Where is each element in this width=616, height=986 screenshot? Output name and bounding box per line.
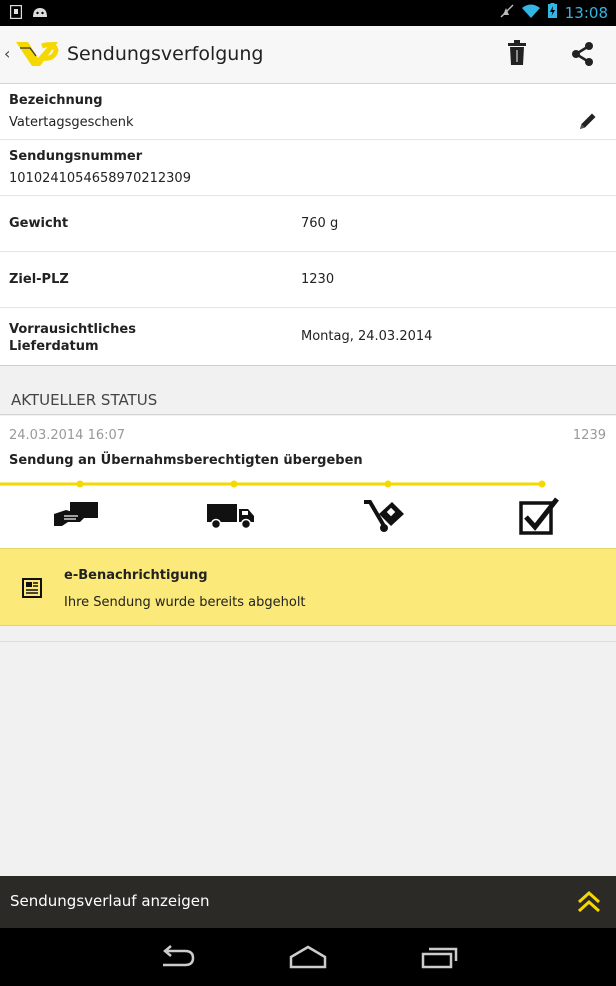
status-bar: 13:08	[0, 0, 616, 26]
gewicht-value: 760 g	[301, 216, 339, 231]
history-drawer-label: Sendungsverlauf anzeigen	[10, 892, 210, 910]
e-notification-banner[interactable]: e-Benachrichtigung Ihre Sendung wurde be…	[0, 548, 616, 626]
section-header-status: AKTUELLER STATUS	[0, 385, 616, 415]
sendungsnummer-row: Sendungsnummer 1010241054658970212309	[0, 140, 616, 196]
lieferdatum-label-line2: Lieferdatum	[9, 339, 99, 354]
ziel-plz-label: Ziel-PLZ	[9, 272, 69, 287]
android-notification-icon	[32, 4, 48, 23]
wifi-icon	[521, 4, 540, 22]
clock: 13:08	[564, 3, 608, 22]
sendungsnummer-value: 1010241054658970212309	[9, 171, 191, 186]
double-chevron-up-icon[interactable]	[577, 890, 601, 918]
current-status-card: 24.03.2014 16:07 1239 Sendung an Übernah…	[0, 416, 616, 548]
lieferdatum-row: Vorrausichtliches Lieferdatum Montag, 24…	[0, 308, 616, 365]
post-horn-logo[interactable]	[14, 38, 60, 72]
back-nav-icon[interactable]	[159, 945, 195, 973]
status-code: 1239	[572, 428, 606, 443]
muted-icon	[500, 3, 514, 22]
back-chevron-icon[interactable]: ‹	[4, 44, 10, 63]
bezeichnung-label: Bezeichnung	[9, 93, 103, 108]
notification-text: Ihre Sendung wurde bereits abgeholt	[64, 595, 306, 610]
newspaper-icon	[22, 578, 42, 602]
gewicht-label: Gewicht	[9, 216, 69, 231]
truck-icon	[207, 502, 255, 534]
battery-icon	[547, 3, 557, 22]
section-header-label: AKTUELLER STATUS	[11, 391, 158, 409]
notification-title: e-Benachrichtigung	[64, 568, 208, 583]
share-icon[interactable]	[570, 41, 596, 71]
status-text: Sendung an Übernahmsberechtigten übergeb…	[9, 453, 363, 468]
recent-apps-nav-icon[interactable]	[421, 945, 459, 973]
ziel-plz-value: 1230	[301, 272, 335, 287]
divider	[0, 641, 616, 642]
page-title: Sendungsverfolgung	[67, 43, 264, 65]
home-nav-icon[interactable]	[289, 945, 327, 973]
lieferdatum-label: Vorrausichtliches Lieferdatum	[9, 321, 136, 355]
checkbox-checked-icon	[519, 497, 559, 539]
handover-icon	[54, 500, 100, 534]
trash-icon[interactable]	[507, 40, 527, 70]
history-drawer-bar[interactable]: Sendungsverlauf anzeigen	[0, 876, 616, 928]
gewicht-row: Gewicht 760 g	[0, 196, 616, 252]
status-timestamp: 24.03.2014 16:07	[9, 428, 126, 443]
ziel-plz-row: Ziel-PLZ 1230	[0, 252, 616, 308]
lieferdatum-value: Montag, 24.03.2014	[301, 329, 433, 344]
pencil-icon[interactable]	[578, 111, 598, 135]
bezeichnung-row[interactable]: Bezeichnung Vatertagsgeschenk	[0, 84, 616, 140]
tracking-progress-bar	[0, 480, 546, 488]
bezeichnung-value: Vatertagsgeschenk	[9, 115, 134, 130]
system-navigation-bar	[0, 928, 616, 986]
lieferdatum-label-line1: Vorrausichtliches	[9, 322, 136, 337]
download-notification-icon	[9, 4, 23, 23]
hand-truck-icon	[362, 498, 408, 538]
shipment-details: Bezeichnung Vatertagsgeschenk Sendungsnu…	[0, 84, 616, 366]
action-bar: ‹ Sendungsverfolgung	[0, 26, 616, 84]
sendungsnummer-label: Sendungsnummer	[9, 149, 143, 164]
